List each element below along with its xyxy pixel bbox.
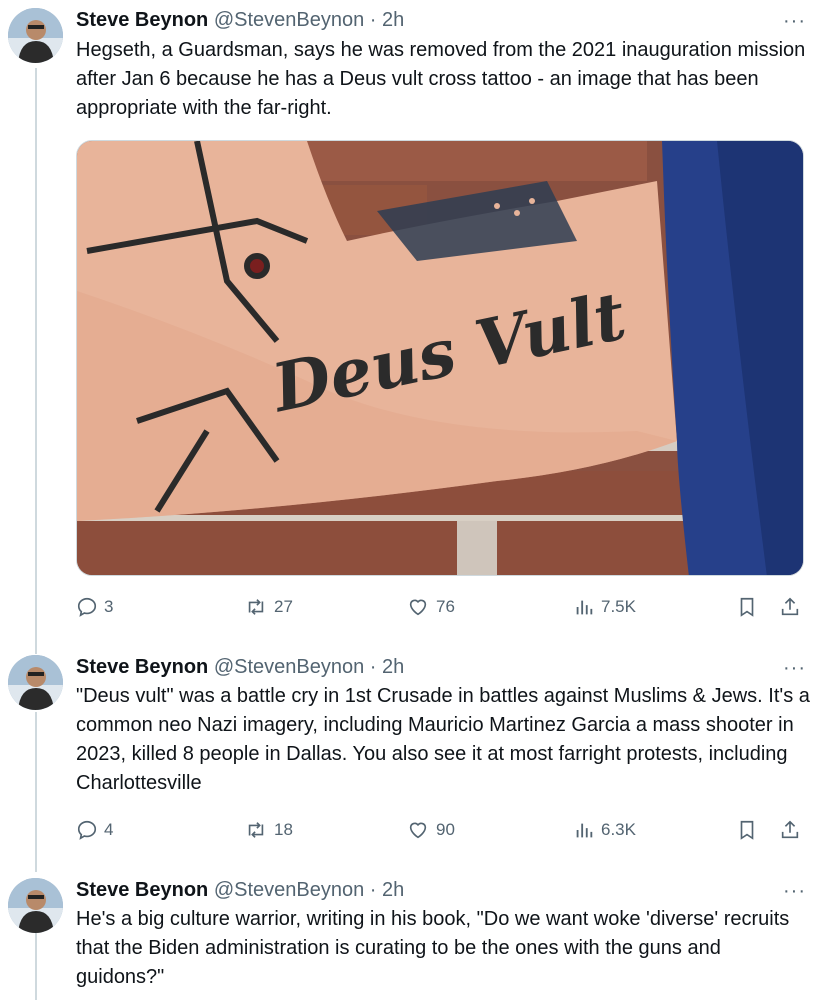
more-icon[interactable]: ··· [783,881,806,901]
reply-count: 4 [104,820,114,839]
share-button[interactable] [779,594,801,620]
bookmark-button[interactable] [736,817,758,843]
timestamp[interactable]: 2h [382,9,404,31]
share-button[interactable] [779,817,801,843]
bookmark-icon [740,820,754,840]
timestamp[interactable]: 2h [382,656,404,678]
tweet[interactable]: Steve Beynon @StevenBeynon · 2h ··· Hegs… [0,0,828,640]
like-button[interactable]: 76 [406,594,455,620]
separator-dot: · [369,879,377,901]
separator-dot: · [369,656,377,678]
tweet-image[interactable]: Deus Vult [76,140,804,576]
bookmark-icon [740,597,754,617]
more-icon[interactable]: ··· [783,11,806,31]
repost-icon [248,822,264,838]
repost-button[interactable]: 27 [244,594,293,620]
repost-count: 27 [274,597,293,616]
like-icon [409,599,427,616]
repost-icon [248,599,264,615]
avatar[interactable] [8,878,63,933]
author-name[interactable]: Steve Beynon [76,656,208,678]
like-count: 76 [436,597,455,616]
reply-button[interactable]: 4 [76,817,113,843]
author-handle[interactable]: @StevenBeynon [214,9,364,31]
like-count: 90 [436,820,455,839]
reply-count: 3 [104,597,114,616]
action-bar: 4 18 90 6.3K [76,817,811,843]
avatar[interactable] [8,655,63,710]
repost-count: 18 [274,820,293,839]
author-handle[interactable]: @StevenBeynon [214,879,364,901]
views-icon [576,600,593,615]
tweet-text: Hegseth, a Guardsman, says he was remove… [76,39,806,119]
reply-button[interactable]: 3 [76,594,113,620]
views-count: 6.3K [601,820,636,839]
share-icon [781,597,799,616]
tweet[interactable]: Steve Beynon @StevenBeynon · 2h ··· "Deu… [0,645,828,865]
separator-dot: · [369,9,377,31]
views-count: 7.5K [601,597,636,616]
avatar[interactable] [8,8,63,63]
views-button[interactable]: 6.3K [573,817,636,843]
action-bar: 3 27 76 7.5K [76,594,811,620]
author-name[interactable]: Steve Beynon [76,879,208,901]
repost-button[interactable]: 18 [244,817,293,843]
views-icon [576,823,593,838]
author-name[interactable]: Steve Beynon [76,9,208,31]
author-handle[interactable]: @StevenBeynon [214,656,364,678]
tweet[interactable]: Steve Beynon @StevenBeynon · 2h ··· He's… [0,868,828,1000]
tattoo-photo: Deus Vult [77,141,803,575]
like-icon [409,822,427,839]
bookmark-button[interactable] [736,594,758,620]
more-icon[interactable]: ··· [783,658,806,678]
reply-icon [77,597,97,617]
timestamp[interactable]: 2h [382,879,404,901]
reply-icon [77,820,97,840]
like-button[interactable]: 90 [406,817,455,843]
share-icon [781,820,799,839]
tweet-text: "Deus vult" was a battle cry in 1st Crus… [76,685,810,794]
tweet-text: He's a big culture warrior, writing in h… [76,908,790,988]
views-button[interactable]: 7.5K [573,594,636,620]
